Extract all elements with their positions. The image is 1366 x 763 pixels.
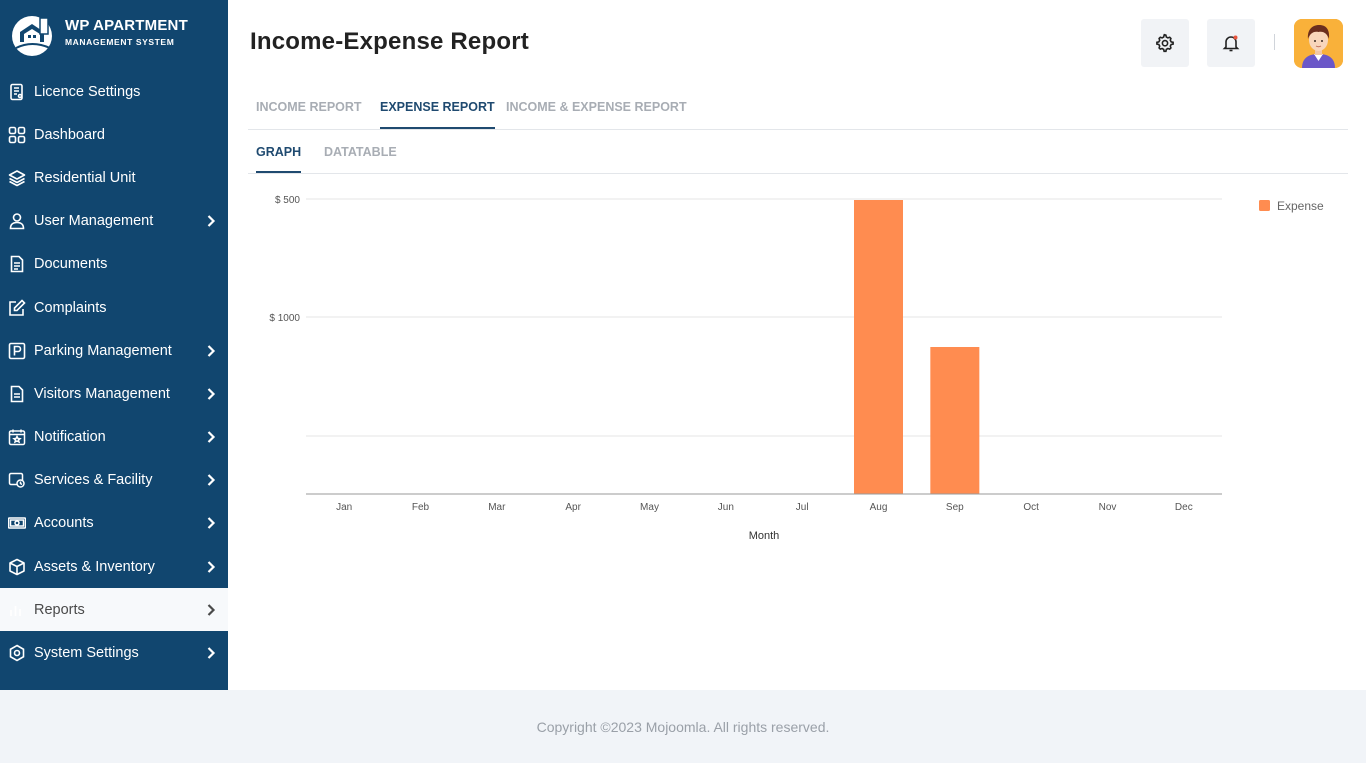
x-tick-label: Jan xyxy=(336,502,352,513)
sidebar-item-licence-settings[interactable]: Licence Settings xyxy=(0,70,228,113)
parking-icon xyxy=(8,342,26,360)
x-tick-label: Oct xyxy=(1023,502,1039,513)
x-tick-label: Apr xyxy=(565,502,581,513)
sidebar-item-label: Parking Management xyxy=(34,342,172,359)
y-tick-label: $ 1000 xyxy=(269,313,300,324)
file-icon xyxy=(8,385,26,403)
x-tick-label: Mar xyxy=(488,502,506,513)
sidebar-item-label: Dashboard xyxy=(34,126,105,143)
sidebar-item-residential-unit[interactable]: Residential Unit xyxy=(0,156,228,199)
bar-expense-sep xyxy=(930,347,980,494)
settings-button[interactable] xyxy=(1141,19,1189,67)
legend-swatch-expense xyxy=(1259,200,1270,211)
sidebar-item-accounts[interactable]: Accounts xyxy=(0,502,228,545)
avatar[interactable] xyxy=(1294,19,1343,68)
settings-icon xyxy=(8,644,26,662)
sidebar-item-label: Visitors Management xyxy=(34,385,170,402)
apartment-logo-icon xyxy=(12,16,52,56)
brand-title: WP APARTMENT xyxy=(65,17,188,34)
y-tick-label: $ 500 xyxy=(275,195,300,206)
x-tick-label: Jul xyxy=(796,502,809,513)
sidebar-item-notification[interactable]: Notification xyxy=(0,416,228,459)
chevron-right-icon xyxy=(207,517,216,530)
sidebar-item-label: Licence Settings xyxy=(34,83,141,100)
tab-datatable[interactable]: DATATABLE xyxy=(324,145,397,171)
user-avatar-icon xyxy=(1294,19,1343,68)
sidebar-item-label: Assets & Inventory xyxy=(34,558,155,575)
gear-icon xyxy=(1156,33,1174,53)
sidebar-item-assets-inventory[interactable]: Assets & Inventory xyxy=(0,545,228,588)
sidebar-item-label: Notification xyxy=(34,429,106,446)
sidebar-item-label: Residential Unit xyxy=(34,169,136,186)
sidebar-item-visitors-management[interactable]: Visitors Management xyxy=(0,372,228,415)
notifications-button[interactable] xyxy=(1207,19,1255,67)
sidebar-item-dashboard[interactable]: Dashboard xyxy=(0,113,228,156)
chevron-right-icon xyxy=(207,474,216,487)
x-tick-label: Aug xyxy=(870,502,888,513)
sidebar-item-reports[interactable]: Reports xyxy=(0,588,228,632)
page-title: Income-Expense Report xyxy=(250,28,529,55)
sidebar: WP APARTMENT MANAGEMENT SYSTEM Licence S… xyxy=(0,0,228,690)
copyright-text: Copyright ©2023 Mojoomla. All rights res… xyxy=(536,718,830,735)
x-axis-label: Month xyxy=(749,530,780,542)
sidebar-item-label: Documents xyxy=(34,256,108,273)
sidebar-item-system-settings[interactable]: System Settings xyxy=(0,631,228,674)
document-icon xyxy=(8,255,26,273)
tab-income-expense-report[interactable]: INCOME & EXPENSE REPORT xyxy=(506,100,687,127)
layers-icon xyxy=(8,169,26,187)
chevron-right-icon xyxy=(207,560,216,573)
sidebar-item-services-facility[interactable]: Services & Facility xyxy=(0,459,228,502)
brand-logo[interactable]: WP APARTMENT MANAGEMENT SYSTEM xyxy=(10,12,220,58)
sidebar-item-label: User Management xyxy=(34,213,154,230)
sidebar-item-label: Reports xyxy=(34,601,85,618)
report-icon xyxy=(8,601,26,619)
money-icon xyxy=(8,514,26,532)
licence-icon xyxy=(8,83,26,101)
sidebar-item-label: Complaints xyxy=(34,299,107,316)
x-tick-label: Nov xyxy=(1099,502,1117,513)
edit-icon xyxy=(8,298,26,317)
chevron-right-icon xyxy=(207,604,216,616)
brand-subtitle: MANAGEMENT SYSTEM xyxy=(65,37,175,47)
box-icon xyxy=(8,558,26,576)
legend-label-expense: Expense xyxy=(1277,199,1324,213)
service-icon xyxy=(8,471,26,489)
view-tabs: GRAPH DATATABLE xyxy=(248,131,1348,174)
bar-expense-aug xyxy=(854,200,903,494)
x-tick-label: Sep xyxy=(946,502,964,513)
sidebar-item-label: Services & Facility xyxy=(34,472,153,489)
x-tick-label: Jun xyxy=(718,502,734,513)
tab-graph[interactable]: GRAPH xyxy=(256,145,302,173)
chevron-right-icon xyxy=(207,344,216,357)
calendar-star-icon xyxy=(8,428,26,446)
x-tick-label: Feb xyxy=(412,502,430,513)
report-tabs: INCOME REPORT EXPENSE REPORT INCOME & EX… xyxy=(248,86,1348,130)
dashboard-icon xyxy=(8,126,26,144)
user-icon xyxy=(8,212,26,230)
footer: Copyright ©2023 Mojoomla. All rights res… xyxy=(0,690,1366,763)
tab-expense-report[interactable]: EXPENSE REPORT xyxy=(380,100,495,129)
expense-bar-chart: $ 500 $ 1000 Jan Feb Mar Apr May Jun Jul Aug Sep Oc… xyxy=(269,195,1324,542)
sidebar-item-complaints[interactable]: Complaints xyxy=(0,286,228,329)
header-divider xyxy=(1274,34,1275,50)
sidebar-item-parking-management[interactable]: Parking Management xyxy=(0,329,228,372)
x-tick-label: Dec xyxy=(1175,502,1193,513)
sidebar-item-user-management[interactable]: User Management xyxy=(0,200,228,243)
sidebar-nav: Licence Settings Dashboard Residential U… xyxy=(0,70,228,675)
chevron-right-icon xyxy=(207,388,216,400)
bell-icon xyxy=(1222,35,1240,52)
sidebar-item-documents[interactable]: Documents xyxy=(0,243,228,286)
tab-income-report[interactable]: INCOME REPORT xyxy=(256,100,362,127)
sidebar-item-label: System Settings xyxy=(34,645,139,662)
chevron-right-icon xyxy=(207,647,216,659)
sidebar-item-label: Accounts xyxy=(34,515,94,532)
chevron-right-icon xyxy=(207,431,216,443)
chevron-right-icon xyxy=(207,215,216,227)
x-tick-label: May xyxy=(640,502,659,513)
